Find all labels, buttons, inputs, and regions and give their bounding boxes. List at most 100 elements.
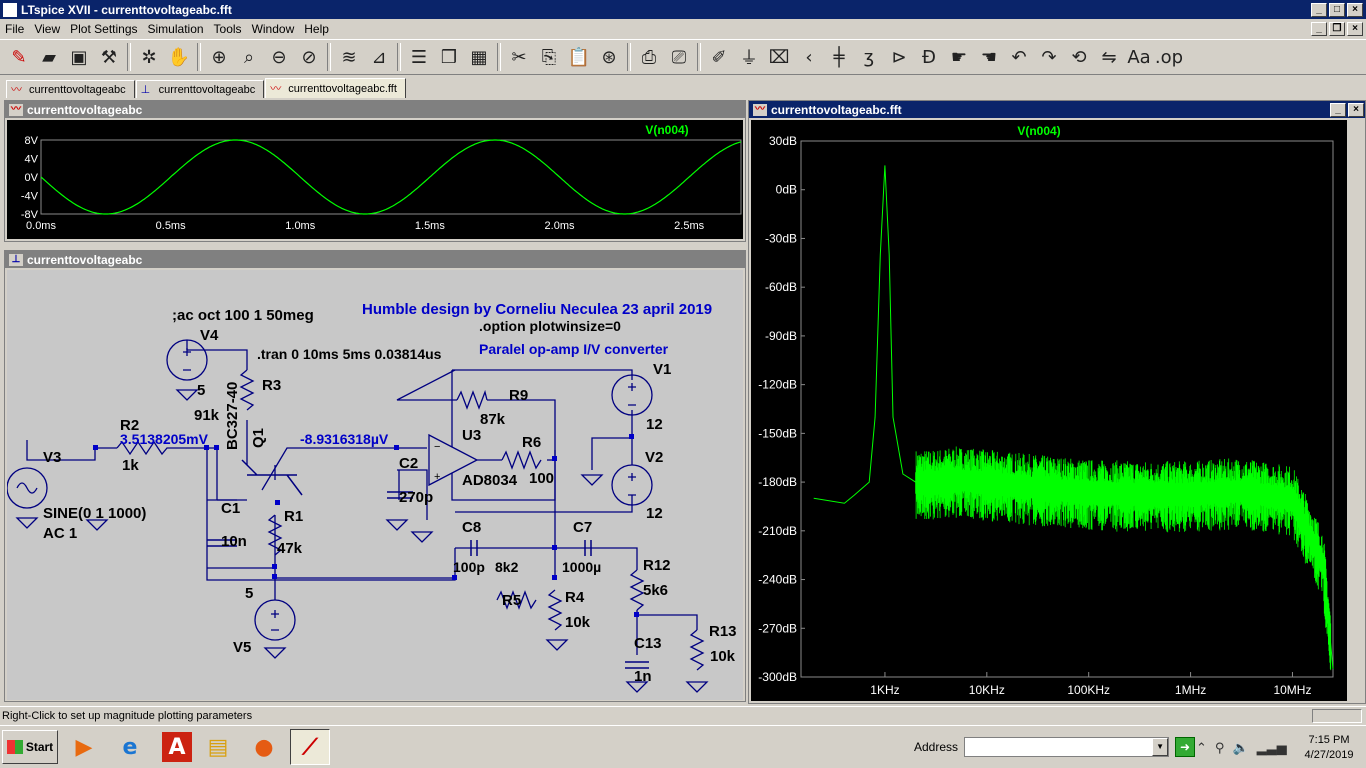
fft-minimize-button[interactable]: _ [1330, 102, 1346, 117]
autorange-icon[interactable]: ≋ [334, 42, 364, 72]
label-net-icon[interactable]: ⌧ [764, 42, 794, 72]
spice-directive-icon[interactable]: .op [1154, 42, 1184, 72]
mirror-icon[interactable]: ⇋ [1094, 42, 1124, 72]
save-icon[interactable]: ▣ [64, 42, 94, 72]
paste-icon[interactable]: 📋 [564, 42, 594, 72]
schematic-titlebar: ⊥ currenttovoltageabc [5, 251, 745, 268]
svg-text:+: + [434, 471, 440, 483]
run-icon[interactable]: ✲ [134, 42, 164, 72]
rotate-icon[interactable]: ⟲ [1064, 42, 1094, 72]
print-icon[interactable]: ⎙ [634, 42, 664, 72]
new-schematic-icon[interactable]: ✎ [4, 42, 34, 72]
volume-icon[interactable]: 🔈 [1232, 741, 1248, 756]
redo-icon[interactable]: ↷ [1034, 42, 1064, 72]
schematic-svg: − + ;ac oct 100 1 50meg Humble design by… [6, 301, 737, 693]
drag-icon[interactable]: ☚ [974, 42, 1004, 72]
cut-icon[interactable]: ✂ [504, 42, 534, 72]
menu-plot-settings[interactable]: Plot Settings [65, 22, 142, 36]
vertical-scrollbar[interactable] [1347, 120, 1365, 703]
menu-view[interactable]: View [29, 22, 65, 36]
component-value-c8: 100p [453, 559, 485, 575]
plot-edit-icon[interactable]: ⊿ [364, 42, 394, 72]
x-tick-label: 10KHz [969, 683, 1005, 697]
tab-fft[interactable]: 〰 currenttovoltageabc.fft [265, 78, 406, 98]
chevron-up-icon[interactable]: ⌃ [1196, 741, 1207, 756]
ground-icon[interactable]: ⏚ [734, 42, 764, 72]
control-panel-icon[interactable]: ⚒ [94, 42, 124, 72]
ltspice-taskbar-icon[interactable]: ⟋ [290, 729, 330, 765]
schematic-canvas[interactable]: − + ;ac oct 100 1 50meg Humble design by… [6, 270, 743, 700]
draw-wire-icon[interactable]: ✐ [704, 42, 734, 72]
component-icon[interactable]: ‹ [794, 42, 824, 72]
component-library-icon[interactable]: Ð [914, 42, 944, 72]
acrobat-icon[interactable]: A [162, 732, 192, 762]
trace-label[interactable]: V(n004) [1017, 124, 1060, 138]
address-input[interactable]: ▼ [964, 737, 1170, 757]
toolbar-separator [127, 43, 131, 71]
menu-simulation[interactable]: Simulation [143, 22, 209, 36]
tran-directive: .tran 0 10ms 5ms 0.03814us [257, 346, 442, 362]
fft-plot-area[interactable]: V(n004) 30dB 0dB -30dB -60dB -90dB -120dB -150… [751, 120, 1347, 701]
capacitor-icon[interactable]: ╪ [824, 42, 854, 72]
system-clock[interactable]: 7:15 PM 4/27/2019 [1296, 733, 1362, 763]
cascade-icon[interactable]: ❒ [434, 42, 464, 72]
move-icon[interactable]: ☛ [944, 42, 974, 72]
trace-line-vn004[interactable] [813, 165, 1334, 669]
component-label-r5: R5 [502, 592, 521, 609]
component-value-v2: 12 [646, 505, 663, 522]
component-value-c2: 270p [399, 489, 433, 506]
firefox-icon[interactable]: ● [244, 729, 284, 765]
tile-icon[interactable]: ▦ [464, 42, 494, 72]
toolbar-separator [327, 43, 331, 71]
file-explorer-icon[interactable]: ▤ [198, 729, 238, 765]
status-text: Right-Click to set up magnitude plotting… [2, 710, 253, 722]
signal-icon[interactable]: ▂▃▅ [1257, 741, 1287, 756]
y-tick-label: -120dB [758, 378, 797, 392]
tile-horizontal-icon[interactable]: ☰ [404, 42, 434, 72]
find-icon[interactable]: ⊛ [594, 42, 624, 72]
media-player-icon[interactable]: ▶ [64, 729, 104, 765]
component-value-r13: 10k [710, 648, 736, 665]
tab-waveform[interactable]: 〰 currenttovoltageabc [6, 80, 135, 98]
time-plot-area[interactable]: V(n004) 8V 4V 0V -4V -8V 0.0ms 0.5ms 1.0ms 1.5m… [7, 120, 743, 239]
text-icon[interactable]: Aa [1124, 42, 1154, 72]
probe-voltage-label: -8.9316318µV [300, 431, 389, 447]
internet-explorer-icon[interactable]: e [110, 729, 150, 765]
start-button[interactable]: Start [2, 730, 58, 764]
clock-time: 7:15 PM [1308, 734, 1350, 746]
minimize-button[interactable]: _ [1311, 2, 1327, 17]
mdi-minimize-button[interactable]: _ [1311, 21, 1327, 36]
mdi-restore-button[interactable]: ❐ [1329, 21, 1345, 36]
undo-icon[interactable]: ↶ [1004, 42, 1034, 72]
tab-schematic[interactable]: ⊥ currenttovoltageabc [135, 80, 265, 98]
inductor-icon[interactable]: ʒ [854, 42, 884, 72]
halt-icon[interactable]: ✋ [164, 42, 194, 72]
close-button[interactable]: × [1347, 2, 1363, 17]
component-label-c2: C2 [399, 455, 418, 472]
component-label-v5: V5 [233, 639, 251, 656]
print-setup-icon[interactable]: ⎚ [664, 42, 694, 72]
chevron-down-icon[interactable]: ▼ [1152, 738, 1169, 756]
zoom-out-icon[interactable]: ⊖ [264, 42, 294, 72]
menu-window[interactable]: Window [247, 22, 300, 36]
mdi-close-button[interactable]: × [1347, 21, 1363, 36]
diode-icon[interactable]: ⊳ [884, 42, 914, 72]
menu-file[interactable]: File [0, 22, 29, 36]
trace-line-vn004[interactable] [40, 139, 742, 215]
maximize-button[interactable]: □ [1329, 2, 1345, 17]
transistor-symbol [241, 459, 303, 496]
junction-dots [93, 434, 639, 617]
copy-icon[interactable]: ⎘ [534, 42, 564, 72]
menu-help[interactable]: Help [299, 22, 334, 36]
trace-label[interactable]: V(n004) [645, 123, 688, 137]
network-icon[interactable]: ⚲ [1215, 741, 1225, 756]
fft-close-button[interactable]: × [1348, 102, 1364, 117]
open-icon[interactable]: ▰ [34, 42, 64, 72]
component-value-q1: BC327-40 [224, 382, 241, 450]
zoom-pan-icon[interactable]: ⌕ [234, 42, 264, 72]
zoom-in-icon[interactable]: ⊕ [204, 42, 234, 72]
zoom-fit-icon[interactable]: ⊘ [294, 42, 324, 72]
status-bar: Right-Click to set up magnitude plotting… [0, 706, 1366, 725]
menu-tools[interactable]: Tools [209, 22, 247, 36]
y-tick-label: 4V [25, 154, 39, 166]
